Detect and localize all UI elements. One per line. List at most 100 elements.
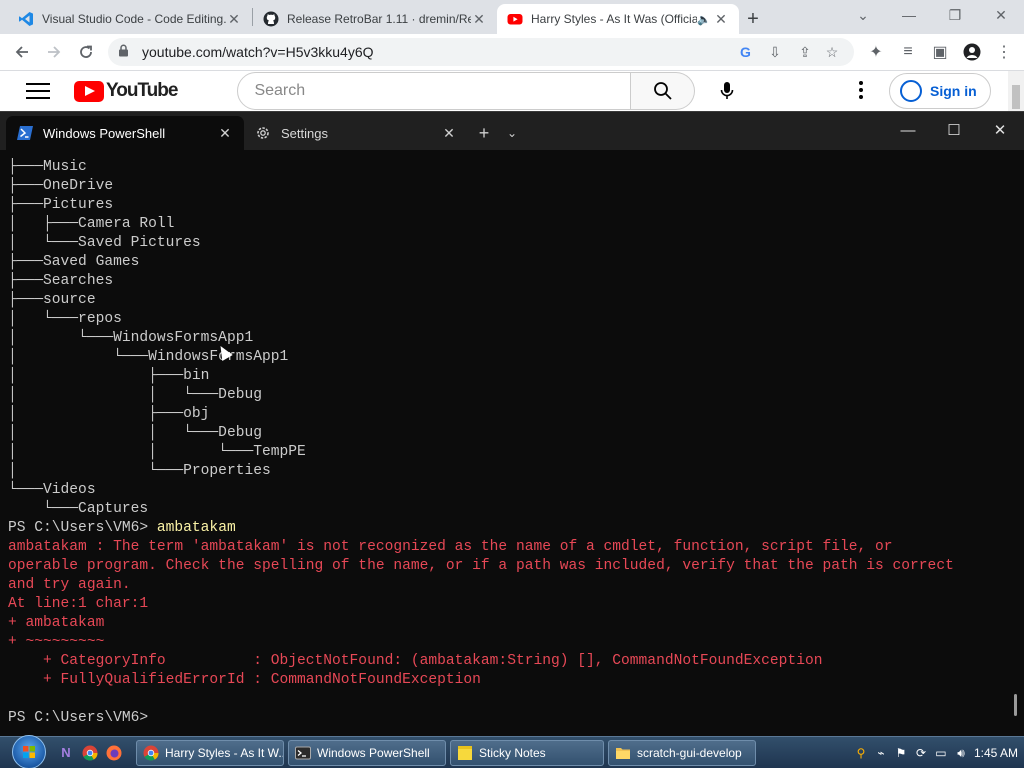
extensions-icon[interactable]: ✦ bbox=[860, 36, 892, 68]
new-terminal-tab-button[interactable]: + bbox=[468, 116, 500, 150]
terminal-line: + ~~~~~~~~~ bbox=[8, 633, 1008, 652]
minimize-icon[interactable]: — bbox=[885, 112, 931, 148]
terminal-line: │ ├───bin bbox=[8, 367, 1008, 386]
signin-label: Sign in bbox=[930, 83, 977, 99]
terminal-line: │ ├───obj bbox=[8, 405, 1008, 424]
maximize-icon[interactable]: ☐ bbox=[931, 112, 977, 148]
terminal-line-text: + ambatakam bbox=[8, 615, 105, 631]
chrome-menu-icon[interactable]: ⋮ bbox=[988, 36, 1020, 68]
forward-icon[interactable] bbox=[38, 36, 70, 68]
taskbar-item-chrome[interactable]: Harry Styles - As It W... bbox=[136, 739, 284, 766]
sync-icon[interactable]: ⟳ bbox=[914, 746, 928, 760]
chrome-icon[interactable] bbox=[80, 743, 100, 763]
search-icon[interactable]: ⚲ bbox=[854, 746, 868, 760]
terminal-line-text: └───Captures bbox=[8, 501, 149, 517]
speaker-icon[interactable]: 🔈 bbox=[697, 13, 713, 26]
terminal-line-text: At line:1 char:1 bbox=[8, 596, 149, 612]
terminal-line: + CategoryInfo : ObjectNotFound: (ambata… bbox=[8, 652, 1008, 671]
terminal-scrollbar[interactable] bbox=[1014, 694, 1017, 716]
chrome-tab-title: Release RetroBar 1.11 · dremin/RetroBar bbox=[287, 12, 471, 26]
power-icon[interactable]: ▭ bbox=[934, 746, 948, 760]
firefox-icon[interactable] bbox=[104, 743, 124, 763]
taskbar-item-explorer[interactable]: scratch-gui-develop bbox=[608, 739, 756, 766]
terminal-line: PS C:\Users\VM6> bbox=[8, 709, 1008, 728]
youtube-settings-dots-icon[interactable] bbox=[852, 81, 870, 101]
scrollbar-thumb[interactable] bbox=[1012, 85, 1020, 109]
terminal-line-text: │ ├───obj bbox=[8, 406, 210, 422]
terminal-line-text: ├───Pictures bbox=[8, 197, 114, 213]
chrome-tab-youtube[interactable]: Harry Styles - As It Was (Official Video… bbox=[497, 4, 739, 34]
side-panel-icon[interactable]: ▣ bbox=[924, 36, 956, 68]
chrome-tab-title: Harry Styles - As It Was (Official Video… bbox=[531, 12, 697, 26]
close-icon[interactable]: ✕ bbox=[216, 125, 234, 142]
visual-studio-icon[interactable]: N bbox=[56, 743, 76, 763]
close-icon[interactable]: ✕ bbox=[440, 125, 458, 142]
youtube-logo[interactable]: YouTube bbox=[74, 80, 178, 102]
terminal-line-text: └───Videos bbox=[8, 482, 96, 498]
terminal-line: │ ├───Camera Roll bbox=[8, 215, 1008, 234]
chrome-tab-github[interactable]: Release RetroBar 1.11 · dremin/RetroBar … bbox=[253, 4, 497, 34]
terminal-line-text: │ │ └───TempPE bbox=[8, 444, 306, 460]
close-icon[interactable]: ✕ bbox=[977, 112, 1023, 148]
powershell-icon bbox=[16, 124, 34, 142]
chrome-icon bbox=[143, 745, 159, 761]
close-icon[interactable]: ✕ bbox=[471, 11, 487, 28]
youtube-search-button[interactable] bbox=[631, 72, 696, 110]
terminal-window: Windows PowerShell ✕ Settings ✕ + ⌄ — ☐ … bbox=[0, 111, 1024, 736]
quick-launch: N bbox=[56, 743, 124, 763]
sticky-notes-icon bbox=[457, 745, 473, 761]
tab-search-icon[interactable]: ⌄ bbox=[840, 0, 886, 30]
taskbar-item-label: scratch-gui-develop bbox=[637, 745, 742, 760]
terminal-line: ├───Music bbox=[8, 158, 1008, 177]
google-icon[interactable]: G bbox=[740, 44, 760, 60]
youtube-search-input[interactable]: Search bbox=[237, 72, 632, 110]
new-tab-button[interactable]: + bbox=[739, 4, 767, 34]
taskbar-item-sticky-notes[interactable]: Sticky Notes bbox=[450, 739, 604, 766]
close-icon[interactable]: ✕ bbox=[978, 0, 1024, 30]
terminal-line: operable program. Check the spelling of … bbox=[8, 557, 1008, 576]
install-icon[interactable]: ⇩ bbox=[760, 44, 790, 61]
chrome-tab-vscode[interactable]: Visual Studio Code - Code Editing. Redef… bbox=[8, 4, 252, 34]
start-button[interactable] bbox=[12, 734, 46, 768]
close-icon[interactable]: ✕ bbox=[226, 11, 242, 28]
chevron-down-icon[interactable]: ⌄ bbox=[500, 116, 524, 150]
youtube-header: YouTube Search Sign in bbox=[0, 71, 1024, 111]
back-icon[interactable] bbox=[6, 36, 38, 68]
bookmark-star-icon[interactable]: ☆ bbox=[820, 44, 844, 61]
address-bar[interactable]: youtube.com/watch?v=H5v3kku4y6Q G ⇩ ⇪ ☆ bbox=[108, 38, 854, 66]
terminal-output[interactable]: ├───Music ├───OneDrive ├───Pictures │ ├───C… bbox=[8, 158, 1008, 734]
page-scrollbar[interactable] bbox=[1008, 71, 1024, 111]
terminal-line: │ └───WindowsFormsApp1 bbox=[8, 329, 1008, 348]
terminal-tab-settings[interactable]: Settings ✕ bbox=[244, 116, 468, 150]
media-control-icon[interactable]: ≡ bbox=[892, 36, 924, 68]
terminal-line-text: ├───Music bbox=[8, 159, 87, 175]
account-icon bbox=[900, 80, 922, 102]
microphone-icon[interactable] bbox=[715, 79, 739, 103]
share-icon[interactable]: ⇪ bbox=[790, 44, 820, 61]
network-icon[interactable]: ⌁ bbox=[874, 746, 888, 760]
terminal-line-text: │ ├───Camera Roll bbox=[8, 216, 175, 232]
hamburger-menu-icon[interactable] bbox=[26, 83, 50, 99]
clock[interactable]: 1:45 AM bbox=[974, 746, 1018, 760]
close-icon[interactable]: ✕ bbox=[713, 11, 729, 28]
taskbar-item-label: Harry Styles - As It W... bbox=[165, 745, 284, 760]
folder-icon bbox=[615, 745, 631, 761]
profile-avatar-icon[interactable] bbox=[956, 36, 988, 68]
reload-icon[interactable] bbox=[70, 36, 102, 68]
notification-flag-icon[interactable]: ⚑ bbox=[894, 746, 908, 760]
minimize-icon[interactable]: — bbox=[886, 0, 932, 30]
terminal-tab-powershell[interactable]: Windows PowerShell ✕ bbox=[6, 116, 244, 150]
taskbar-item-powershell[interactable]: Windows PowerShell bbox=[288, 739, 446, 766]
terminal-tab-title: Settings bbox=[281, 125, 328, 141]
lock-icon[interactable] bbox=[118, 44, 132, 60]
volume-icon[interactable]: 🔊︎ bbox=[954, 746, 968, 760]
terminal-tab-title: Windows PowerShell bbox=[43, 125, 166, 141]
taskbar-item-label: Windows PowerShell bbox=[317, 745, 430, 760]
restore-icon[interactable]: ❐ bbox=[932, 0, 978, 30]
terminal-line: PS C:\Users\VM6> ambatakam bbox=[8, 519, 1008, 538]
taskbar-item-label: Sticky Notes bbox=[479, 745, 546, 760]
youtube-signin-button[interactable]: Sign in bbox=[889, 73, 991, 109]
terminal-line-text: ├───Saved Games bbox=[8, 254, 140, 270]
terminal-line: ├───OneDrive bbox=[8, 177, 1008, 196]
